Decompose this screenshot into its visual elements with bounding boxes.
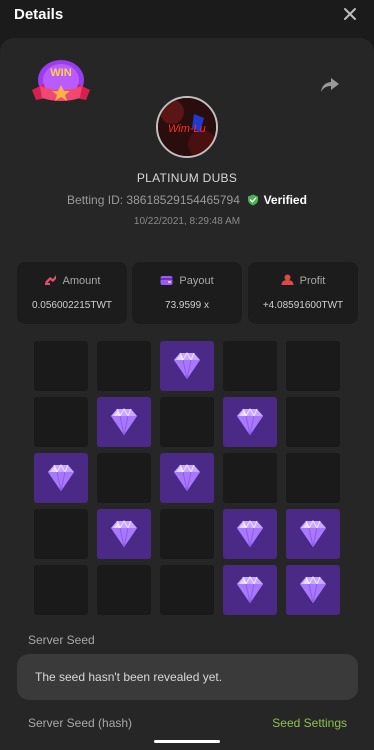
grid-tile-empty[interactable] [160,397,214,447]
home-indicator [154,740,220,743]
bet-date: 10/22/2021, 8:29:48 AM [133,216,241,227]
wallet-icon [160,276,173,285]
amount-icon [44,275,56,285]
diamond-icon [237,519,263,548]
header-bar: Details [0,0,374,30]
server-seed-field[interactable]: The seed hasn't been revealed yet. [17,654,358,700]
stat-profit-value: +4.08591600TWT [262,300,344,311]
grid-tile-empty[interactable] [34,341,88,391]
betting-id-line: Betting ID: 38618529154465794 Verified [0,193,374,207]
grid-tile-empty[interactable] [160,509,214,559]
grid-tile-empty[interactable] [34,509,88,559]
diamond-icon [174,463,200,492]
diamond-icon [174,351,200,380]
server-seed-hash-label: Server Seed (hash) [28,716,133,730]
grid-tile-gem[interactable] [223,565,277,615]
grid-tile-empty[interactable] [286,397,340,447]
grid-tile-gem[interactable] [286,565,340,615]
grid-tile-empty[interactable] [223,341,277,391]
stat-amount: Amount 0.056002215TWT [17,262,127,324]
player-name: PLATINUM DUBS [136,171,238,185]
server-seed-value: The seed hasn't been revealed yet. [35,670,223,684]
avatar-image: Wim-Lu [158,98,216,156]
diamond-icon [48,463,74,492]
grid-tile-empty[interactable] [97,341,151,391]
diamond-icon [111,407,137,436]
stat-payout-value: 73.9599 x [165,300,209,311]
diamond-icon [300,519,326,548]
verified-label: Verified [263,193,307,207]
stat-profit: Profit +4.08591600TWT [248,262,358,324]
close-icon[interactable] [340,4,360,24]
grid-tile-gem[interactable] [97,509,151,559]
stat-payout: Payout 73.9599 x [132,262,242,324]
grid-tile-empty[interactable] [223,453,277,503]
grid-tile-gem[interactable] [160,341,214,391]
betting-id-label: Betting ID: [67,193,124,207]
avatar: Wim-Lu [156,96,218,158]
grid-tile-empty[interactable] [286,453,340,503]
profit-icon [281,274,294,285]
win-ribbon-icon: WIN [32,60,90,101]
grid-tile-gem[interactable] [286,509,340,559]
server-seed-label: Server Seed [28,633,95,647]
betting-id-value: 38618529154465794 [126,193,240,207]
verified-shield-icon [248,194,259,206]
stat-amount-label: Amount [62,275,101,287]
stat-profit-label: Profit [299,275,326,287]
grid-tile-gem[interactable] [34,453,88,503]
win-badge-text: WIN [50,67,71,79]
grid-tile-gem[interactable] [160,453,214,503]
grid-tile-gem[interactable] [223,397,277,447]
grid-tile-gem[interactable] [223,509,277,559]
grid-tile-empty[interactable] [286,341,340,391]
grid-tile-gem[interactable] [97,397,151,447]
grid-tile-empty[interactable] [97,565,151,615]
diamond-icon [300,575,326,604]
grid-tile-empty[interactable] [34,565,88,615]
diamond-icon [237,575,263,604]
diamond-icon [237,407,263,436]
avatar-text: Wim-Lu [168,123,206,135]
page-title: Details [14,6,64,23]
grid-tile-empty[interactable] [160,565,214,615]
grid-tile-empty[interactable] [97,453,151,503]
stat-payout-label: Payout [179,275,214,287]
diamond-icon [111,519,137,548]
seed-settings-link[interactable]: Seed Settings [272,716,347,730]
share-arrow-icon[interactable] [320,76,340,94]
stat-amount-value: 0.056002215TWT [31,300,113,311]
mines-grid [34,341,340,617]
grid-tile-empty[interactable] [34,397,88,447]
